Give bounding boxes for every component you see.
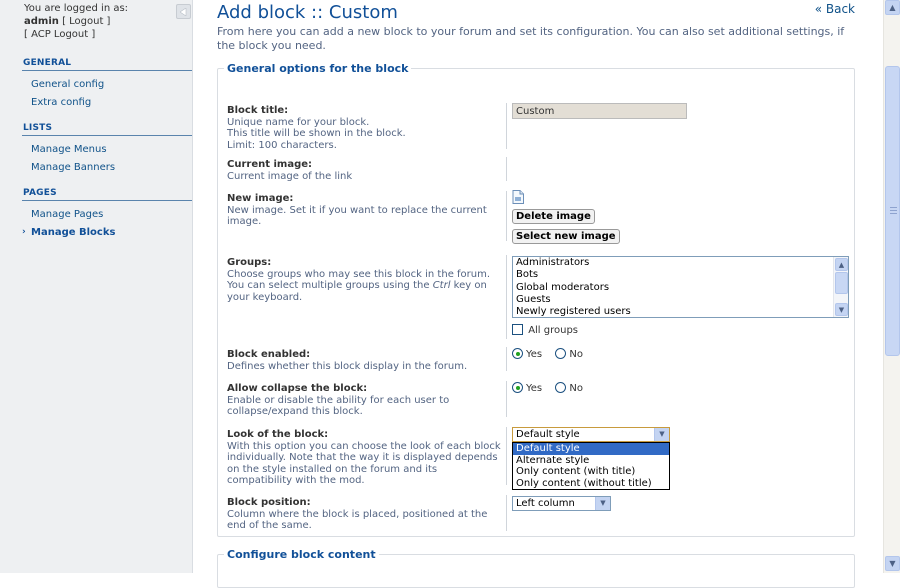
page-scroll-thumb[interactable] [885, 66, 900, 356]
block-content-fieldset: Configure block content [217, 548, 855, 588]
delete-image-button[interactable]: Delete image [512, 209, 595, 224]
sidebar: You are logged in as: admin [ Logout ] [… [0, 0, 193, 573]
all-groups-label: All groups [528, 325, 579, 336]
position-label: Block position: [227, 497, 311, 508]
current-image-explain: Current image of the link [227, 170, 353, 182]
page-intro: From here you can add a new block to you… [217, 25, 845, 52]
acp-logout-link[interactable]: [ ACP Logout ] [24, 29, 95, 40]
menu-item-manage-menus[interactable]: Manage Menus [22, 141, 192, 159]
position-explain: Column where the block is placed, positi… [227, 508, 488, 532]
scroll-down-icon[interactable]: ▼ [835, 303, 848, 316]
menu-item-extra-config[interactable]: Extra config [22, 94, 192, 112]
look-explain: With this option you can choose the look… [227, 440, 501, 487]
menu-section-pages: PAGES Manage Pages › Manage Blocks [22, 188, 192, 241]
look-option-default[interactable]: Default style [513, 443, 669, 455]
menu-item-manage-blocks[interactable]: › Manage Blocks [22, 224, 192, 242]
position-select[interactable]: Left column ▼ [512, 496, 611, 511]
block-title-explain: Unique name for your block. This title w… [227, 116, 406, 151]
menu-item-manage-banners[interactable]: Manage Banners [22, 159, 192, 177]
image-file-icon [512, 190, 524, 204]
block-content-legend: Configure block content [227, 548, 376, 561]
look-select[interactable]: Default style ▼ [512, 427, 670, 442]
arrow-left-icon [180, 7, 187, 16]
menu-section-lists: LISTS Manage Menus Manage Banners [22, 123, 192, 176]
general-options-legend: General options for the block [227, 62, 409, 75]
logged-in-label: You are logged in as: [24, 3, 129, 14]
groups-listbox[interactable]: Administrators Bots Global moderators Gu… [512, 256, 849, 318]
user-box: You are logged in as: admin [ Logout ] [… [0, 0, 192, 41]
block-title-input[interactable] [512, 103, 687, 119]
scroll-thumb[interactable] [835, 272, 848, 294]
scroll-up-icon[interactable]: ▲ [885, 0, 900, 15]
main-content: Add block :: Custom « Back From here you… [193, 0, 883, 588]
groups-scrollbar[interactable]: ▲ ▼ [833, 257, 848, 317]
allow-collapse-yes-radio[interactable] [512, 382, 523, 393]
block-title-label: Block title: [227, 105, 289, 116]
all-groups-checkbox[interactable] [512, 324, 523, 335]
block-enabled-no-label: No [569, 349, 583, 360]
general-options-fieldset: General options for the block Block titl… [217, 62, 855, 537]
allow-collapse-explain: Enable or disable the ability for each u… [227, 394, 450, 418]
look-option-content-with-title[interactable]: Only content (with title) [513, 466, 669, 478]
position-select-value: Left column [516, 498, 575, 509]
menu-item-manage-blocks-label: Manage Blocks [31, 226, 116, 238]
look-option-content-without-title[interactable]: Only content (without title) [513, 478, 669, 490]
scroll-up-icon[interactable]: ▲ [835, 258, 848, 271]
block-enabled-yes-radio[interactable] [512, 348, 523, 359]
allow-collapse-no-radio[interactable] [555, 382, 567, 393]
group-option[interactable]: Global moderators [513, 282, 848, 294]
allow-collapse-yes-label: Yes [526, 383, 543, 394]
menu-item-general-config[interactable]: General config [22, 76, 192, 94]
page-title: Add block :: Custom [217, 2, 398, 23]
look-dropdown-list: Default style Alternate style Only conte… [512, 442, 670, 490]
page-scrollbar[interactable]: ▲ ▼ [883, 0, 900, 573]
active-arrow-icon: › [22, 226, 26, 237]
chevron-down-icon[interactable]: ▼ [595, 497, 610, 510]
new-image-label: New image: [227, 193, 294, 204]
group-option[interactable]: Bots [513, 269, 848, 281]
allow-collapse-no-label: No [569, 383, 583, 394]
groups-explain: Choose groups who may see this block in … [227, 268, 491, 303]
allow-collapse-label: Allow collapse the block: [227, 383, 368, 394]
current-image-label: Current image: [227, 159, 313, 170]
block-enabled-explain: Defines whether this block display in th… [227, 360, 468, 372]
groups-label: Groups: [227, 257, 272, 268]
row-block-title: Block title: Unique name for your block.… [218, 91, 854, 151]
new-image-explain: New image. Set it if you want to replace… [227, 204, 487, 228]
block-enabled-no-radio[interactable] [555, 348, 567, 359]
menu-item-manage-pages[interactable]: Manage Pages [22, 206, 192, 224]
username: admin [24, 16, 59, 27]
look-label: Look of the block: [227, 429, 329, 440]
menu-title-general: GENERAL [22, 58, 192, 71]
group-option[interactable]: Newly registered users [513, 306, 848, 317]
group-option[interactable]: Guests [513, 294, 848, 306]
back-link[interactable]: « Back [815, 2, 855, 16]
look-option-alternate[interactable]: Alternate style [513, 455, 669, 467]
logout-link[interactable]: [ Logout ] [62, 16, 110, 27]
menu-section-general: GENERAL General config Extra config [22, 58, 192, 111]
select-new-image-button[interactable]: Select new image [512, 229, 620, 244]
collapse-sidebar-button[interactable] [176, 4, 191, 19]
block-enabled-label: Block enabled: [227, 349, 311, 360]
group-option[interactable]: Administrators [513, 257, 848, 269]
menu-title-pages: PAGES [22, 188, 192, 201]
look-select-value: Default style [516, 429, 580, 440]
chevron-down-icon[interactable]: ▼ [654, 428, 669, 441]
block-enabled-yes-label: Yes [526, 349, 543, 360]
scroll-down-icon[interactable]: ▼ [885, 556, 900, 571]
menu-title-lists: LISTS [22, 123, 192, 136]
